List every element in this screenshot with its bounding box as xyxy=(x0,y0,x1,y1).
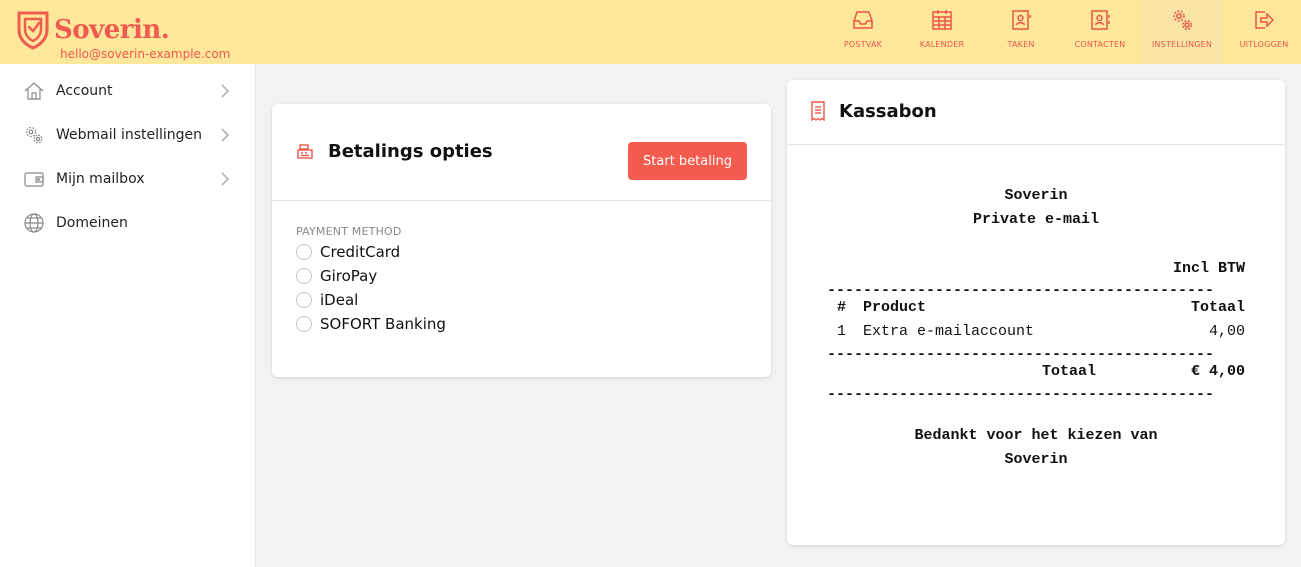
receipt-separator: ----------------------------------------… xyxy=(827,282,1215,299)
receipt-col-num: # xyxy=(837,299,847,316)
payment-option-ideal[interactable]: iDeal xyxy=(296,290,358,310)
nav-label: UITLOGGEN xyxy=(1239,40,1289,49)
receipt-product-name: Private e-mail xyxy=(972,211,1100,228)
sidebar-item-label: Domeinen xyxy=(56,215,128,231)
receipt-card-header: Kassabon xyxy=(787,80,1285,145)
receipt-row-product: Extra e-mailaccount xyxy=(863,323,1035,340)
receipt-total-label: Totaal xyxy=(1042,363,1097,380)
nav-label: CONTACTEN xyxy=(1074,40,1126,49)
payment-option-label: CreditCard xyxy=(320,243,401,261)
sidebar-item-mailbox[interactable]: Mijn mailbox xyxy=(0,157,256,201)
nav-contacten[interactable]: CONTACTEN xyxy=(1063,0,1137,64)
sidebar-item-account[interactable]: Account xyxy=(0,69,256,113)
nav-instellingen[interactable]: INSTELLINGEN xyxy=(1142,0,1222,64)
radio-button[interactable] xyxy=(296,316,312,332)
sidebar: Account Webmail instellingen Mijn mailbo… xyxy=(0,64,256,567)
sidebar-item-webmail[interactable]: Webmail instellingen xyxy=(0,113,256,157)
payment-card-header: Betalings opties Start betaling xyxy=(272,104,771,201)
chevron-right-icon xyxy=(221,172,230,186)
sidebar-item-domeinen[interactable]: Domeinen xyxy=(0,201,256,245)
shield-logo-icon xyxy=(17,11,49,50)
receipt-company: Soverin xyxy=(1004,187,1068,204)
receipt-row-num: 1 xyxy=(837,323,847,340)
receipt-separator: ----------------------------------------… xyxy=(827,346,1215,363)
receipt-thanks: Soverin xyxy=(1004,451,1068,468)
nav-label: INSTELLINGEN xyxy=(1151,40,1213,49)
payment-option-giropay[interactable]: GiroPay xyxy=(296,266,377,286)
gears-icon xyxy=(25,126,43,144)
payment-option-sofort[interactable]: SOFORT Banking xyxy=(296,314,446,334)
nav-uitloggen[interactable]: UITLOGGEN xyxy=(1227,0,1301,64)
nav-label: POSTVAK xyxy=(843,40,883,49)
sidebar-item-label: Account xyxy=(56,83,113,99)
nav-postvak[interactable]: POSTVAK xyxy=(826,0,900,64)
radio-button[interactable] xyxy=(296,244,312,260)
sidebar-item-label: Webmail instellingen xyxy=(56,127,203,143)
inbox-icon xyxy=(853,11,873,29)
tasks-icon xyxy=(1012,10,1031,30)
payment-card-title: Betalings opties xyxy=(328,141,493,162)
receipt-thanks: Bedankt voor het kiezen van xyxy=(914,427,1158,444)
receipt-col-product: Product xyxy=(863,299,927,316)
globe-icon xyxy=(24,213,44,233)
payment-method-label: PAYMENT METHOD xyxy=(296,225,402,238)
home-icon xyxy=(24,82,44,100)
cash-register-icon xyxy=(297,144,313,159)
payment-options-card: Betalings opties Start betaling PAYMENT … xyxy=(272,104,771,377)
calendar-icon xyxy=(932,10,952,30)
receipt-col-total: Totaal xyxy=(1190,299,1245,316)
user-email: hello@soverin-example.com xyxy=(60,47,231,61)
top-bar: Soverin. hello@soverin-example.com POSTV… xyxy=(0,0,1301,64)
payment-option-label: GiroPay xyxy=(320,267,378,285)
chevron-right-icon xyxy=(221,128,230,142)
receipt-row-total: 4,00 xyxy=(1208,323,1245,340)
receipt-separator: ----------------------------------------… xyxy=(827,386,1215,403)
nav-label: TAKEN xyxy=(1007,40,1035,49)
payment-option-label: SOFORT Banking xyxy=(320,315,446,333)
radio-button[interactable] xyxy=(296,268,312,284)
wallet-icon xyxy=(24,172,44,187)
contacts-icon xyxy=(1091,10,1110,30)
receipt-total-value: € 4,00 xyxy=(1190,363,1245,380)
settings-gears-icon xyxy=(1173,10,1192,30)
logo[interactable]: Soverin. xyxy=(16,10,170,50)
nav-taken[interactable]: TAKEN xyxy=(984,0,1058,64)
receipt-icon xyxy=(811,101,825,121)
receipt-card: Kassabon Soverin Private e-mail Incl BTW… xyxy=(787,80,1285,545)
radio-button[interactable] xyxy=(296,292,312,308)
main-nav: POSTVAK KALENDER TAKEN CONTACTEN INSTELL… xyxy=(821,0,1301,64)
nav-kalender[interactable]: KALENDER xyxy=(905,0,979,64)
logout-icon xyxy=(1255,11,1275,29)
receipt-tax-note: Incl BTW xyxy=(1172,260,1245,277)
start-payment-button[interactable]: Start betaling xyxy=(628,142,747,180)
nav-label: KALENDER xyxy=(919,40,965,49)
payment-option-label: iDeal xyxy=(320,291,359,309)
chevron-right-icon xyxy=(221,84,230,98)
payment-option-creditcard[interactable]: CreditCard xyxy=(296,242,400,262)
receipt-title: Kassabon xyxy=(839,101,937,122)
logo-text: Soverin. xyxy=(54,15,170,45)
sidebar-item-label: Mijn mailbox xyxy=(56,171,145,187)
